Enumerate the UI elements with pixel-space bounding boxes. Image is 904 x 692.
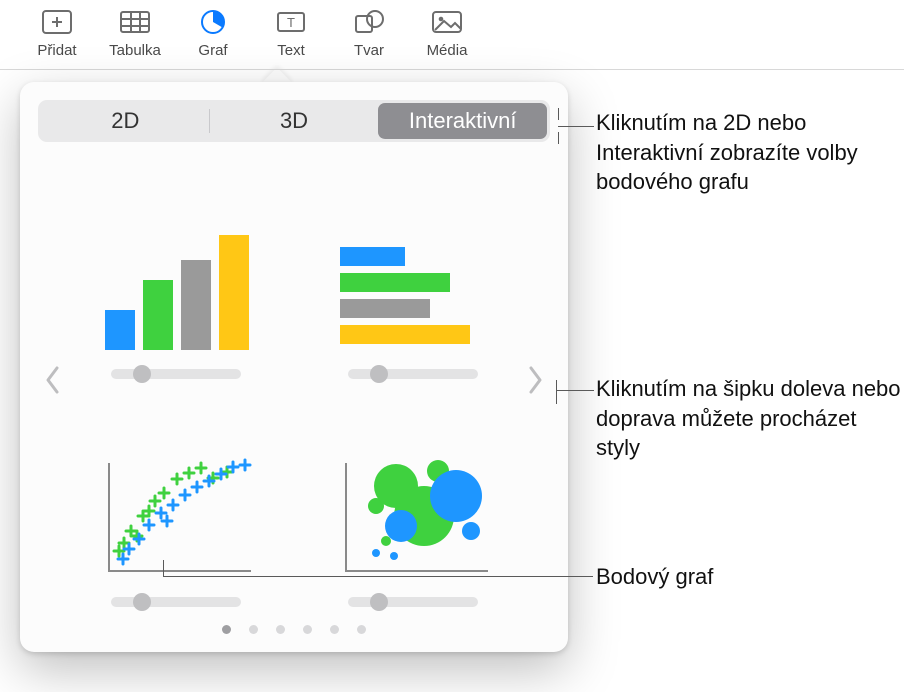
thumb-bar [328, 225, 498, 355]
callout-scatter: Bodový graf [596, 562, 713, 592]
thumb-bubble [328, 453, 498, 583]
page-dots [38, 617, 550, 638]
tab-label: 3D [280, 108, 308, 134]
style-slider[interactable] [111, 597, 241, 607]
tab-label: 2D [111, 108, 139, 134]
tab-interactive[interactable]: Interaktivní [378, 103, 547, 139]
page-dot[interactable] [357, 625, 366, 634]
page-dot[interactable] [276, 625, 285, 634]
callout-tabs: Kliknutím na 2D nebo Interaktivní zobraz… [596, 108, 896, 197]
tab-2d[interactable]: 2D [41, 103, 210, 139]
toolbar-chart[interactable]: Graf [186, 6, 240, 59]
chevron-right-icon[interactable] [522, 359, 548, 401]
plus-slide-icon [39, 6, 75, 38]
page-dot[interactable] [222, 625, 231, 634]
style-slider[interactable] [111, 369, 241, 379]
toolbar-label: Média [427, 42, 468, 59]
toolbar-media[interactable]: Média [420, 6, 474, 59]
shape-icon [351, 6, 387, 38]
toolbar-text[interactable]: T Text [264, 6, 318, 59]
segmented-control: 2D 3D Interaktivní [38, 100, 550, 142]
style-slider[interactable] [348, 597, 478, 607]
toolbar-label: Tvar [354, 42, 384, 59]
table-icon [117, 6, 153, 38]
toolbar-label: Graf [198, 42, 227, 59]
chart-option-column[interactable] [82, 172, 269, 379]
chart-popover: 2D 3D Interaktivní [20, 82, 568, 652]
toolbar-table[interactable]: Tabulka [108, 6, 162, 59]
chart-option-bar[interactable] [319, 172, 506, 379]
toolbar-label: Text [277, 42, 305, 59]
pie-chart-icon [195, 6, 231, 38]
media-icon [429, 6, 465, 38]
toolbar-label: Tabulka [109, 42, 161, 59]
style-slider[interactable] [348, 369, 478, 379]
text-box-icon: T [273, 6, 309, 38]
svg-text:T: T [287, 15, 295, 30]
page-dot[interactable] [330, 625, 339, 634]
chevron-left-icon[interactable] [40, 359, 66, 401]
tab-3d[interactable]: 3D [210, 103, 379, 139]
thumb-column [91, 225, 261, 355]
page-dot[interactable] [249, 625, 258, 634]
tab-label: Interaktivní [409, 108, 517, 134]
callout-arrows: Kliknutím na šipku doleva nebo doprava m… [596, 374, 904, 463]
page-dot[interactable] [303, 625, 312, 634]
toolbar: Přidat Tabulka Graf T Text [0, 0, 904, 70]
chart-grid [38, 142, 550, 617]
toolbar-shape[interactable]: Tvar [342, 6, 396, 59]
toolbar-label: Přidat [37, 42, 76, 59]
toolbar-add[interactable]: Přidat [30, 6, 84, 59]
thumb-scatter [91, 453, 261, 583]
